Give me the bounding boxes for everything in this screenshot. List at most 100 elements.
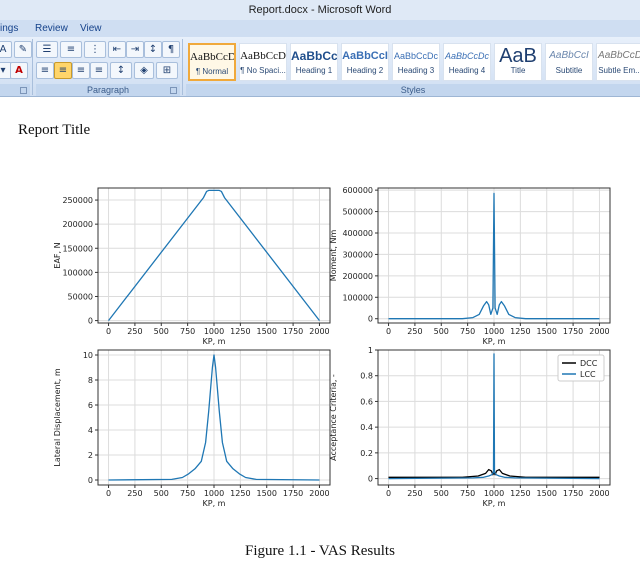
x-axis-label: KP, m xyxy=(483,337,506,346)
increase-indent-icon[interactable]: ⇥ xyxy=(126,41,144,58)
x-tick-label: 1250 xyxy=(230,327,250,336)
sort-icon[interactable]: ↕ xyxy=(144,41,162,58)
y-tick-label: 0 xyxy=(368,315,373,324)
x-tick-label: 1500 xyxy=(257,489,277,498)
style-sample: AaBbCcD xyxy=(190,51,234,63)
y-tick-label: 300000 xyxy=(342,250,373,259)
x-tick-label: 0 xyxy=(106,327,111,336)
divider xyxy=(182,39,183,95)
y-tick-label: 200000 xyxy=(342,272,373,281)
x-tick-label: 1750 xyxy=(283,489,303,498)
x-tick-label: 500 xyxy=(154,327,169,336)
y-axis-label: Lateral Displacement, m xyxy=(53,368,62,466)
x-axis-label: KP, m xyxy=(203,337,226,346)
style-sample: AaBbCcI xyxy=(342,50,388,62)
style-tile[interactable]: AaBbCc Heading 1 xyxy=(290,43,338,81)
clear-format-icon[interactable]: ✎ xyxy=(14,41,32,58)
style-name: Heading 3 xyxy=(397,66,435,75)
bullets-icon[interactable]: ☰ xyxy=(36,41,58,58)
tab-mailings[interactable]: ings xyxy=(0,20,18,37)
style-name: Heading 2 xyxy=(346,66,384,75)
borders-icon[interactable]: ⊞ xyxy=(156,62,178,79)
x-tick-label: 500 xyxy=(434,489,449,498)
legend-label: DCC xyxy=(580,359,598,368)
y-tick-label: 0 xyxy=(368,475,373,484)
x-tick-label: 1500 xyxy=(257,327,277,336)
y-tick-label: 250000 xyxy=(62,196,93,205)
x-tick-label: 0 xyxy=(386,327,391,336)
y-tick-label: 0 xyxy=(88,476,93,485)
y-tick-label: 100000 xyxy=(342,293,373,302)
numbering-icon[interactable]: ≡ xyxy=(60,41,82,58)
y-tick-label: 8 xyxy=(88,376,93,385)
x-tick-label: 1000 xyxy=(204,489,224,498)
x-tick-label: 1250 xyxy=(510,489,530,498)
shading-icon[interactable]: ◈ xyxy=(134,62,154,79)
x-tick-label: 1000 xyxy=(484,327,504,336)
font-dialog-launcher-icon[interactable] xyxy=(20,87,27,94)
justify-icon[interactable]: ≡ xyxy=(90,62,108,79)
x-tick-label: 1250 xyxy=(510,327,530,336)
align-right-icon[interactable]: ≡ xyxy=(72,62,90,79)
x-tick-label: 1000 xyxy=(484,489,504,498)
y-tick-label: 4 xyxy=(88,426,93,435)
style-name: ¶ Normal xyxy=(195,67,229,76)
show-marks-icon[interactable]: ¶ xyxy=(162,41,180,58)
x-tick-label: 250 xyxy=(407,489,422,498)
ribbon-tabs: ings Review View xyxy=(0,20,640,37)
y-tick-label: 200000 xyxy=(62,220,93,229)
tab-view[interactable]: View xyxy=(80,20,102,37)
style-tile[interactable]: AaBbCcI Subtitle xyxy=(545,43,593,81)
x-tick-label: 0 xyxy=(386,489,391,498)
divider xyxy=(32,39,33,95)
chart-panel: 0 250 500 750 1000 1250 1500 1750 2000 0 2 4 6 8 10 KP,… xyxy=(53,349,331,508)
x-axis-label: KP, m xyxy=(483,499,506,508)
x-tick-label: 1750 xyxy=(283,327,303,336)
align-left-icon[interactable]: ≡ xyxy=(36,62,54,79)
chart-panel: 0 250 500 750 1000 1250 1500 1750 2000 0 0.2 0.4 0.6… xyxy=(329,346,611,508)
multilevel-list-icon[interactable]: ⋮ xyxy=(84,41,106,58)
shrink-font-icon[interactable]: A xyxy=(0,41,12,58)
x-axis-label: KP, m xyxy=(203,499,226,508)
paragraph-group-label: Paragraph xyxy=(36,84,180,96)
x-tick-label: 750 xyxy=(180,327,195,336)
font-color-icon[interactable]: A xyxy=(10,62,28,79)
style-name: Heading 4 xyxy=(448,66,486,75)
figure-caption: Figure 1.1 - VAS Results xyxy=(245,543,395,559)
style-tile[interactable]: AaBbCcD ¶ No Spaci... xyxy=(239,43,287,81)
style-sample: AaBbCcDc xyxy=(444,51,489,61)
legend-label: LCC xyxy=(580,370,596,379)
x-tick-label: 750 xyxy=(180,489,195,498)
style-tile[interactable]: AaBbCcD Subtle Em... xyxy=(596,43,640,81)
document-page[interactable]: Report Title 0 250 500 750 1000 1250 1500 1750 2… xyxy=(0,98,640,573)
window-title: Report.docx - Microsoft Word xyxy=(0,0,640,20)
x-tick-label: 2000 xyxy=(309,489,329,498)
paragraph-dialog-launcher-icon[interactable] xyxy=(170,87,177,94)
x-tick-label: 1500 xyxy=(537,489,557,498)
align-center-icon[interactable]: ≡ xyxy=(54,62,72,79)
x-tick-label: 250 xyxy=(407,327,422,336)
y-axis-label: Acceptance Criteria, - xyxy=(329,374,338,461)
x-tick-label: 0 xyxy=(106,489,111,498)
y-tick-label: 2 xyxy=(88,451,93,460)
style-sample: AaB xyxy=(499,45,537,66)
style-tile[interactable]: AaB Title xyxy=(494,43,542,81)
y-tick-label: 0.6 xyxy=(360,397,373,406)
style-tile[interactable]: AaBbCcDc Heading 3 xyxy=(392,43,440,81)
ribbon: A ✎ ▾ A ☰ ≡ ⋮ ⇤ ⇥ ↕ ¶ ≡ ≡ ≡ ≡ ↕ ◈ ⊞ Para… xyxy=(0,37,640,97)
style-tile[interactable]: AaBbCcDc Heading 4 xyxy=(443,43,491,81)
line-spacing-icon[interactable]: ↕ xyxy=(110,62,132,79)
decrease-indent-icon[interactable]: ⇤ xyxy=(108,41,126,58)
tab-review[interactable]: Review xyxy=(35,20,68,37)
y-tick-label: 10 xyxy=(83,351,93,360)
style-tile[interactable]: AaBbCcD ¶ Normal xyxy=(188,43,236,81)
y-tick-label: 0 xyxy=(88,317,93,326)
style-sample: AaBbCc xyxy=(291,49,337,63)
style-tile[interactable]: AaBbCcI Heading 2 xyxy=(341,43,389,81)
style-sample: AaBbCcDc xyxy=(393,51,438,61)
y-tick-label: 1 xyxy=(368,346,373,355)
y-tick-label: 150000 xyxy=(62,244,93,253)
x-tick-label: 1500 xyxy=(537,327,557,336)
y-tick-label: 500000 xyxy=(342,208,373,217)
x-tick-label: 750 xyxy=(460,327,475,336)
